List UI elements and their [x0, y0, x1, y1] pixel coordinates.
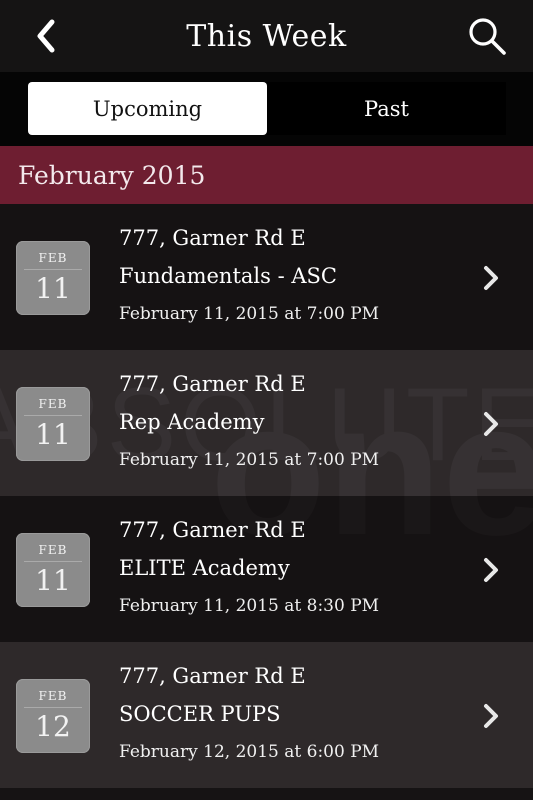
event-name: Fundamentals - ASC	[119, 264, 337, 288]
event-datetime: February 11, 2015 at 8:30 PM	[119, 596, 380, 616]
chevron-right-icon	[484, 558, 498, 582]
chevron-right-icon	[484, 704, 498, 728]
list-footer	[0, 788, 533, 800]
segmented-control: Upcoming Past	[0, 72, 533, 146]
list-item[interactable]: FEB 12 777, Garner Rd E SOCCER PUPS Febr…	[0, 642, 533, 788]
event-name: Rep Academy	[119, 410, 265, 434]
chevron-right-icon	[484, 412, 498, 436]
chevron-right-icon	[484, 266, 498, 290]
nav-bar: This Week	[0, 0, 533, 72]
list-item[interactable]: FEB 11 777, Garner Rd E Rep Academy Febr…	[0, 350, 533, 496]
event-location: 777, Garner Rd E	[119, 372, 306, 396]
calendar-date-icon: FEB 11	[16, 387, 90, 461]
page-title: This Week	[186, 18, 347, 54]
event-location: 777, Garner Rd E	[119, 226, 306, 250]
back-chevron-icon[interactable]	[28, 16, 68, 56]
list-item[interactable]: FEB 11 777, Garner Rd E Fundamentals - A…	[0, 204, 533, 350]
event-location: 777, Garner Rd E	[119, 518, 306, 542]
tab-upcoming[interactable]: Upcoming	[28, 82, 267, 135]
calendar-date-icon: FEB 11	[16, 533, 90, 607]
event-location: 777, Garner Rd E	[119, 664, 306, 688]
search-icon[interactable]	[465, 14, 509, 58]
event-list: ABSOLUTE one FEB 11 777, Garner Rd E Fun…	[0, 204, 533, 800]
event-name: ELITE Academy	[119, 556, 290, 580]
tab-past[interactable]: Past	[267, 82, 506, 135]
event-name: SOCCER PUPS	[119, 702, 281, 726]
section-header: February 2015	[0, 146, 533, 204]
event-datetime: February 12, 2015 at 6:00 PM	[119, 742, 380, 762]
calendar-date-icon: FEB 12	[16, 679, 90, 753]
event-datetime: February 11, 2015 at 7:00 PM	[119, 304, 380, 324]
list-item[interactable]: FEB 11 777, Garner Rd E ELITE Academy Fe…	[0, 496, 533, 642]
event-datetime: February 11, 2015 at 7:00 PM	[119, 450, 380, 470]
calendar-date-icon: FEB 11	[16, 241, 90, 315]
